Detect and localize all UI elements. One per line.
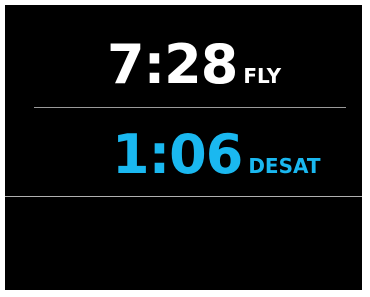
desaturation-time-value: 1:06 xyxy=(112,123,243,186)
no-fly-time-row: 7:28 FLY xyxy=(107,38,281,92)
no-fly-time-value: 7:28 xyxy=(107,33,238,96)
dive-computer-screen: 7:28 FLY 1:06 DESAT xyxy=(5,5,362,290)
bottom-divider xyxy=(5,196,362,197)
no-fly-time-label: FLY xyxy=(243,64,282,88)
desaturation-time-label: DESAT xyxy=(248,154,321,178)
desaturation-time-row: 1:06 DESAT xyxy=(112,128,321,182)
top-divider xyxy=(34,107,346,108)
